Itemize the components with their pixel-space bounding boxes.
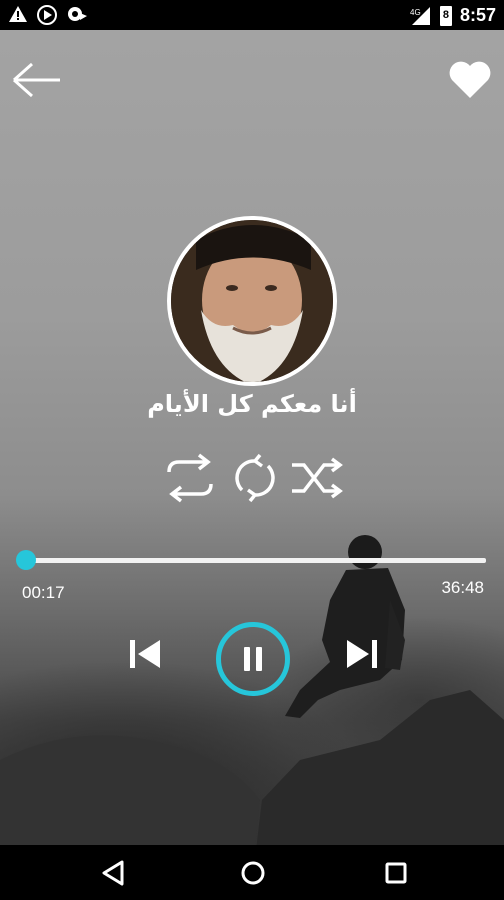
seek-bar-thumb[interactable] bbox=[15, 550, 36, 570]
home-circle-icon[interactable] bbox=[237, 857, 269, 889]
status-bar: 4G 8 8:57 bbox=[0, 0, 504, 30]
battery-level: 8 bbox=[442, 8, 450, 21]
recents-square-icon[interactable] bbox=[380, 857, 412, 889]
artist-avatar bbox=[167, 216, 337, 386]
seek-bar[interactable] bbox=[15, 550, 486, 570]
play-circle-icon bbox=[37, 5, 57, 25]
elapsed-time: 00:17 bbox=[22, 583, 65, 602]
clock: 8:57 bbox=[459, 5, 496, 25]
warning-icon bbox=[9, 6, 27, 22]
total-duration: 36:48 bbox=[441, 578, 484, 597]
previous-icon[interactable] bbox=[126, 636, 166, 672]
system-nav-bar bbox=[0, 845, 504, 900]
podcast-icon bbox=[68, 7, 87, 21]
background-silhouette bbox=[0, 535, 504, 900]
back-triangle-icon[interactable] bbox=[98, 857, 130, 889]
shuffle-icon[interactable] bbox=[290, 452, 344, 504]
pause-icon bbox=[256, 647, 262, 671]
pause-icon bbox=[244, 647, 250, 671]
playback-mode-controls bbox=[0, 452, 504, 504]
repeat-one-icon[interactable] bbox=[228, 452, 282, 504]
arrow-left-icon[interactable] bbox=[12, 60, 62, 100]
svg-text:4G: 4G bbox=[410, 8, 421, 17]
track-title: أنا معكم كل الأيام bbox=[147, 390, 357, 418]
pause-button[interactable] bbox=[216, 622, 290, 696]
repeat-icon[interactable] bbox=[163, 452, 217, 504]
signal-icon: 4G bbox=[410, 6, 430, 25]
next-icon[interactable] bbox=[341, 636, 381, 672]
battery-icon: 8 bbox=[439, 5, 452, 26]
heart-icon[interactable] bbox=[448, 58, 492, 100]
